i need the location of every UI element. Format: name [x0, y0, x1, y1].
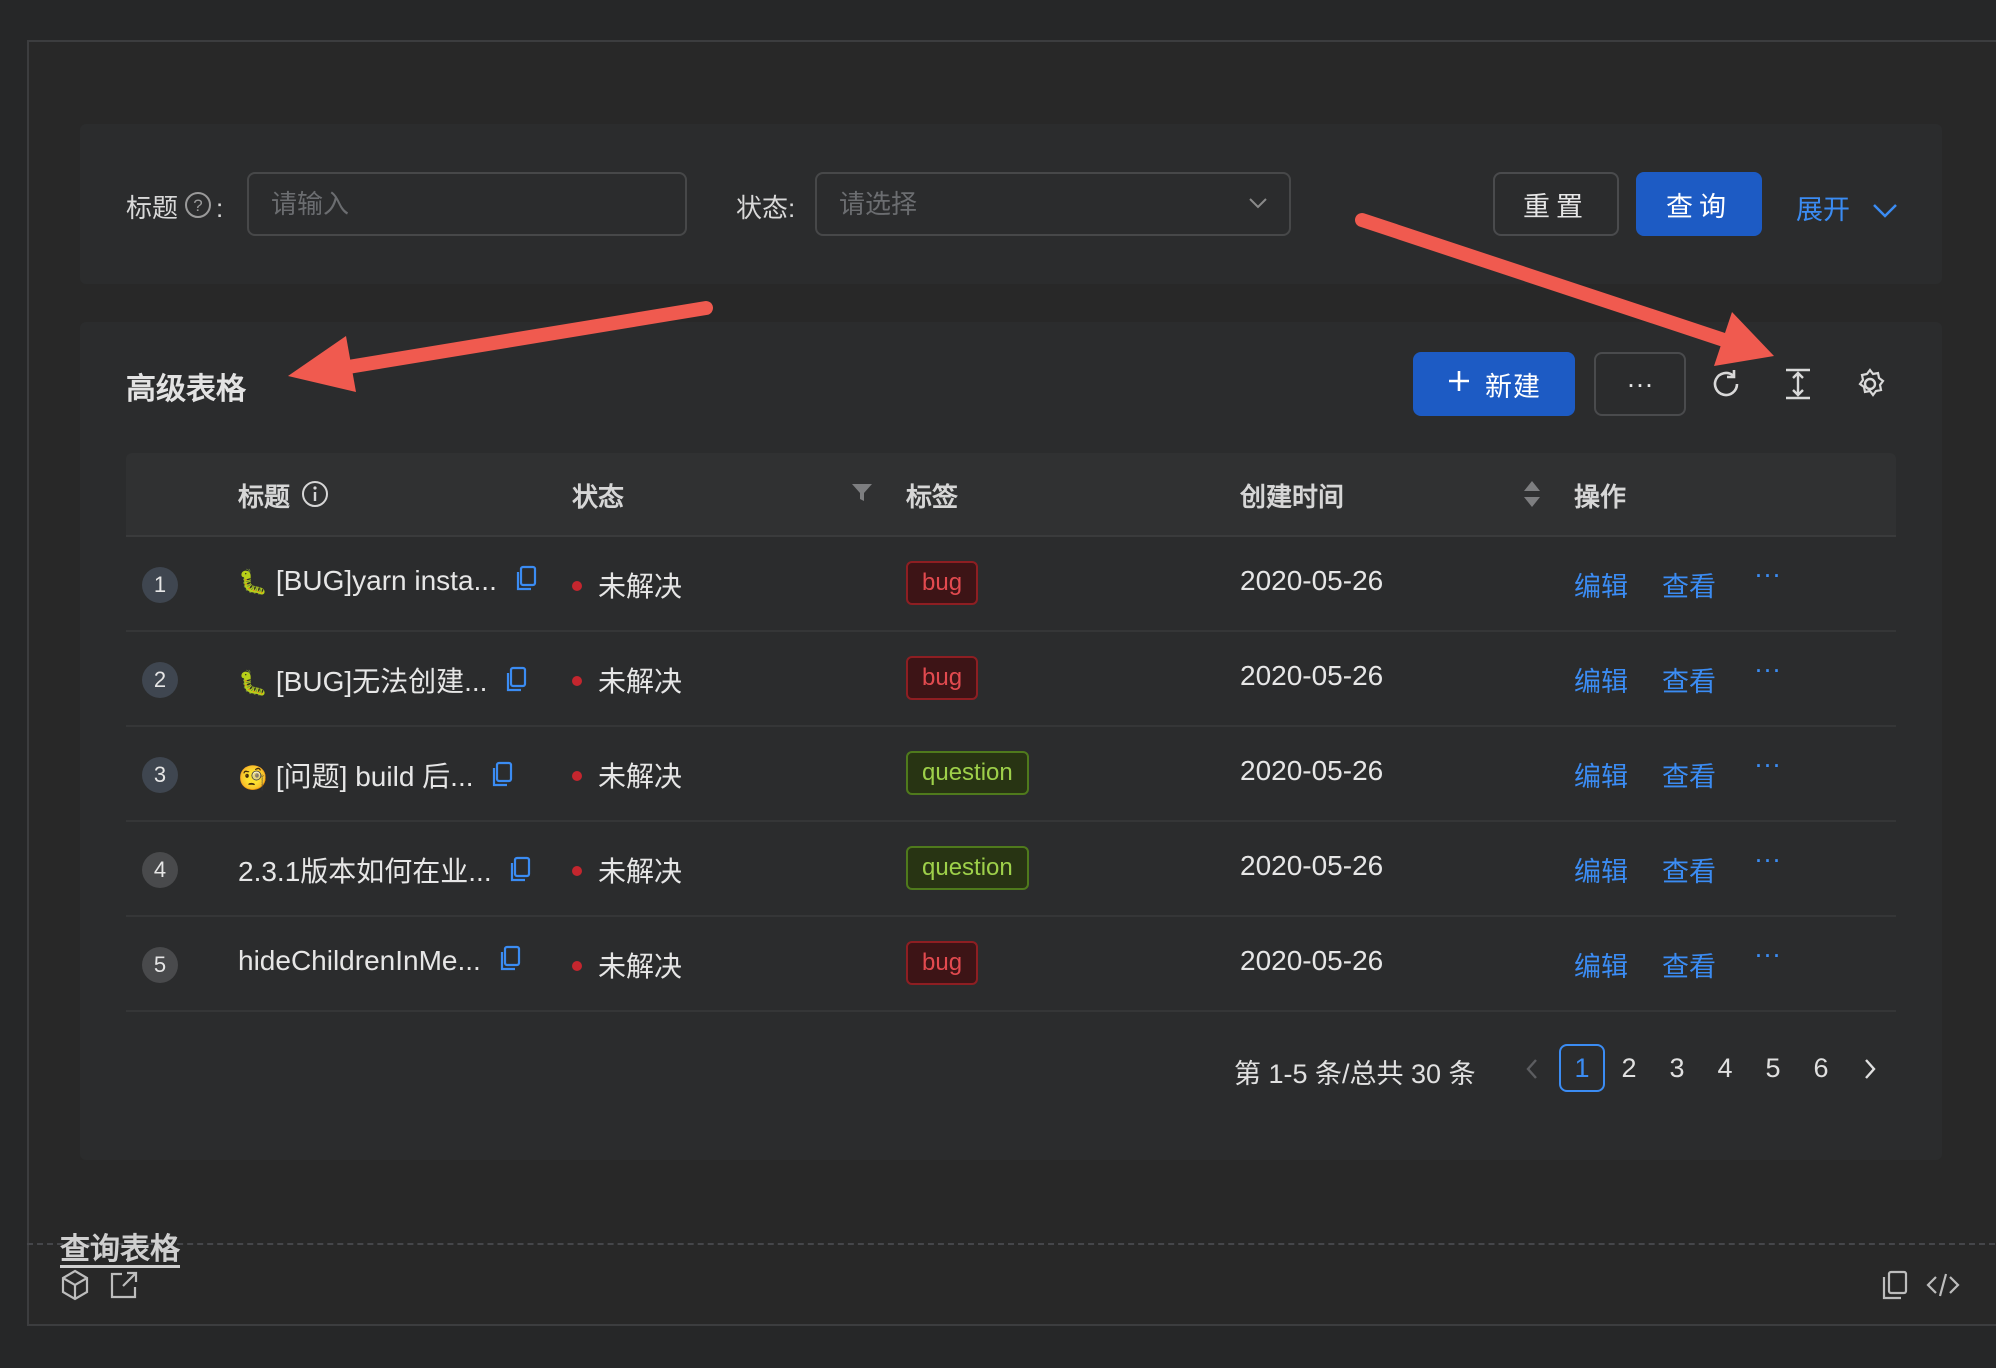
divider: [27, 1243, 1995, 1245]
external-link-icon[interactable]: [107, 1268, 141, 1302]
arrow-to-toolbar: [1355, 213, 1774, 366]
copy-code-icon[interactable]: [1878, 1268, 1912, 1302]
arrow-to-title: [288, 301, 713, 392]
annotation-arrows: [288, 213, 1774, 392]
code-icon[interactable]: [1926, 1268, 1960, 1302]
demo-title[interactable]: 查询表格: [60, 1224, 180, 1268]
codesandbox-icon[interactable]: [58, 1268, 92, 1302]
